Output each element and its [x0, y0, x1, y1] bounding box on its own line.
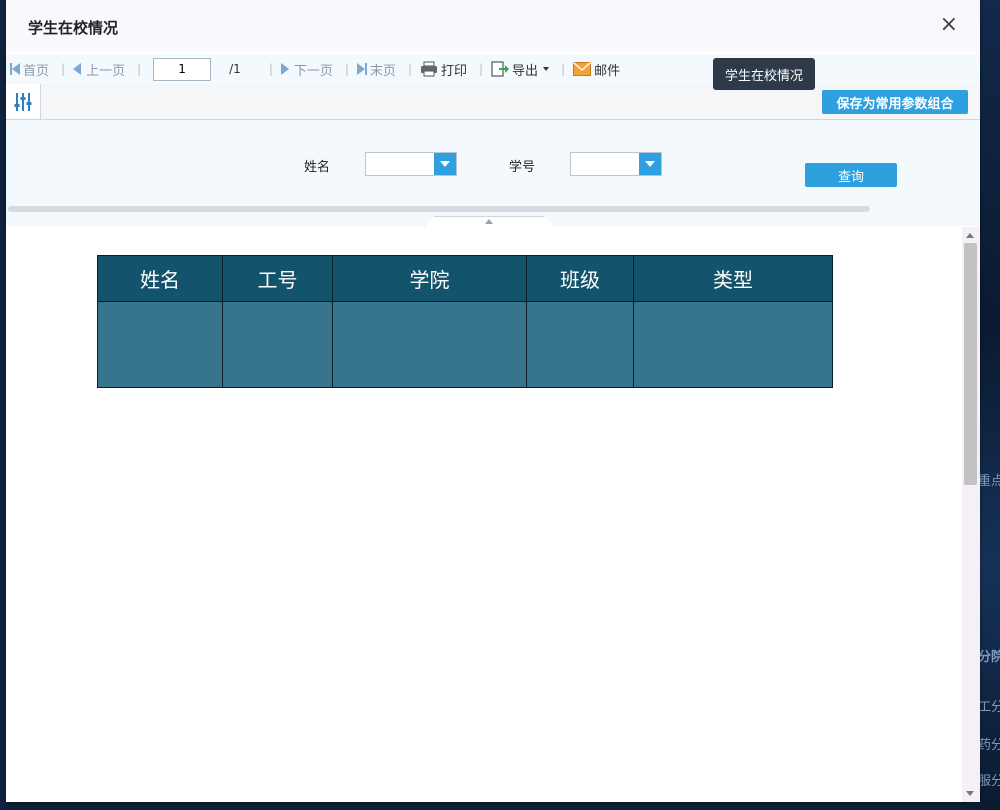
column-header-name: 姓名 [97, 255, 223, 302]
background-text: 重点 [978, 474, 1000, 489]
export-button[interactable]: 导出 [491, 60, 550, 79]
table-cell [633, 301, 833, 388]
chevron-down-icon [543, 67, 550, 71]
last-page-button[interactable]: 末页 [356, 60, 396, 79]
toolbar-separator: | [407, 62, 412, 76]
parameter-tab-row: 保存为常用参数组合 [6, 84, 980, 120]
toolbar-separator: | [268, 62, 273, 76]
prev-page-button[interactable]: 上一页 [73, 60, 125, 79]
mail-label: 邮件 [594, 63, 621, 79]
table-row [97, 301, 833, 388]
dropdown-arrow-icon [434, 153, 456, 175]
last-page-icon [356, 63, 367, 75]
scrollbar-thumb[interactable] [964, 243, 977, 485]
collapse-panel-toggle[interactable] [424, 216, 554, 227]
background-text: 药分 [978, 738, 1000, 753]
table-cell [222, 301, 333, 388]
toolbar-separator: | [137, 62, 142, 76]
student-table: 姓名 工号 学院 班级 类型 [97, 255, 833, 388]
parameter-panel: 姓名 学号 查询 [6, 120, 980, 227]
export-label: 导出 [512, 63, 539, 79]
table-header-row: 姓名 工号 学院 班级 类型 [97, 255, 833, 302]
dialog-title: 学生在校情况 [28, 19, 119, 37]
sliders-icon [14, 92, 32, 111]
toolbar-separator: | [344, 62, 349, 76]
name-select[interactable] [365, 152, 457, 176]
toolbar-separator: | [561, 62, 566, 76]
page-number-input[interactable] [153, 57, 212, 81]
save-parameter-combination-button[interactable]: 保存为常用参数组合 [822, 90, 968, 114]
student-id-select[interactable] [570, 152, 662, 176]
name-label: 姓名 [304, 160, 331, 175]
last-page-label: 末页 [369, 63, 396, 79]
report-toolbar: 首页 | 上一页 | /1 | 下一页 | 末页 | 打印 | [6, 54, 980, 84]
horizontal-scrollbar[interactable] [8, 206, 870, 212]
column-header-class: 班级 [526, 255, 634, 302]
report-dialog: 学生在校情况 × 首页 | 上一页 | /1 | 下一页 | 末页 | [6, 0, 980, 802]
dropdown-arrow-icon [639, 153, 661, 175]
page-total: /1 [229, 62, 241, 76]
first-page-button[interactable]: 首页 [10, 60, 49, 79]
close-icon[interactable]: × [940, 12, 958, 37]
scroll-down-icon[interactable] [966, 791, 974, 796]
next-page-button[interactable]: 下一页 [280, 60, 333, 79]
parameter-settings-tab[interactable] [6, 84, 41, 119]
next-page-icon [280, 63, 289, 75]
toolbar-separator: | [479, 62, 484, 76]
toolbar-separator: | [61, 62, 66, 76]
background-text: 服分 [978, 774, 1000, 789]
column-header-college: 学院 [332, 255, 527, 302]
background-text: 分院 [978, 650, 1000, 665]
prev-page-label: 上一页 [86, 63, 126, 79]
background-right-edge [980, 0, 1000, 810]
report-content: 姓名 工号 学院 班级 类型 [6, 227, 962, 802]
first-page-label: 首页 [23, 63, 50, 79]
prev-page-icon [73, 63, 82, 75]
query-button[interactable]: 查询 [805, 163, 897, 187]
mail-button[interactable]: 邮件 [573, 60, 620, 79]
column-header-staff-id: 工号 [222, 255, 333, 302]
next-page-label: 下一页 [293, 63, 333, 79]
print-label: 打印 [440, 63, 467, 79]
first-page-icon [10, 63, 20, 75]
export-icon [491, 61, 510, 77]
dialog-titlebar: 学生在校情况 × [6, 0, 980, 52]
title-tooltip: 学生在校情况 [713, 58, 815, 90]
print-button[interactable]: 打印 [420, 60, 467, 79]
background-text: 工分 [978, 700, 1000, 715]
table-cell [526, 301, 634, 388]
printer-icon [420, 61, 437, 77]
scroll-up-icon[interactable] [966, 233, 974, 238]
vertical-scrollbar[interactable] [962, 227, 980, 802]
column-header-type: 类型 [633, 255, 833, 302]
table-cell [97, 301, 223, 388]
student-id-label: 学号 [509, 160, 536, 175]
table-cell [332, 301, 527, 388]
envelope-icon [573, 62, 592, 76]
